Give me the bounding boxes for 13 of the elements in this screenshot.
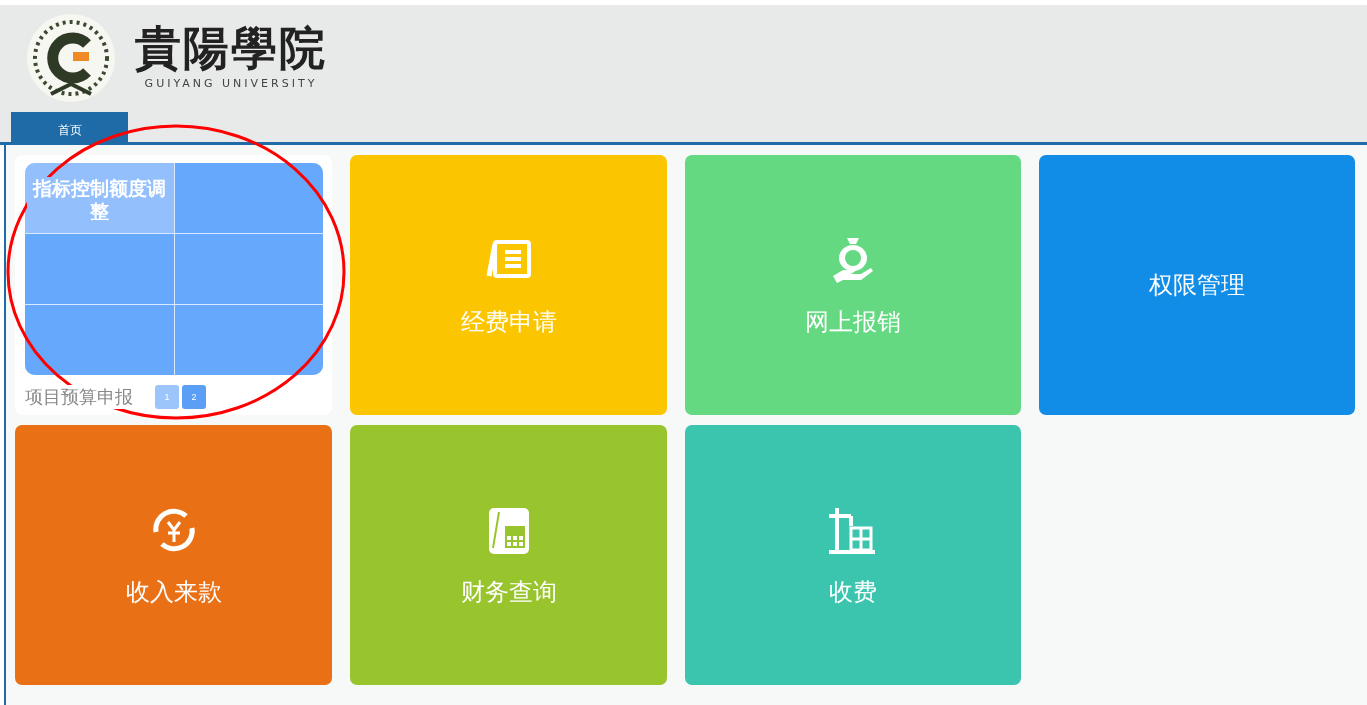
nav-tab[interactable]: 首页 xyxy=(11,112,128,142)
page-button[interactable]: 2 xyxy=(182,385,206,409)
carousel-slide[interactable]: 指标控制额度调整 xyxy=(25,163,323,375)
menu-tile[interactable]: 收入来款 xyxy=(15,425,332,685)
logo-subtitle: GUIYANG UNIVERSITY xyxy=(144,77,318,90)
menu-tile[interactable]: 经费申请 xyxy=(350,155,667,415)
carousel-caption: 项目预算申报 xyxy=(25,385,133,409)
menu-tile[interactable]: 网上报销 xyxy=(685,155,1021,415)
logo-title: 貴陽學院 xyxy=(135,25,327,71)
menu-tile[interactable]: 收费 xyxy=(685,425,1021,685)
menu-tile[interactable]: 权限管理 xyxy=(1039,155,1355,415)
menu-tile[interactable]: 财务查询 xyxy=(350,425,667,685)
page-button[interactable]: 1 xyxy=(155,385,179,409)
